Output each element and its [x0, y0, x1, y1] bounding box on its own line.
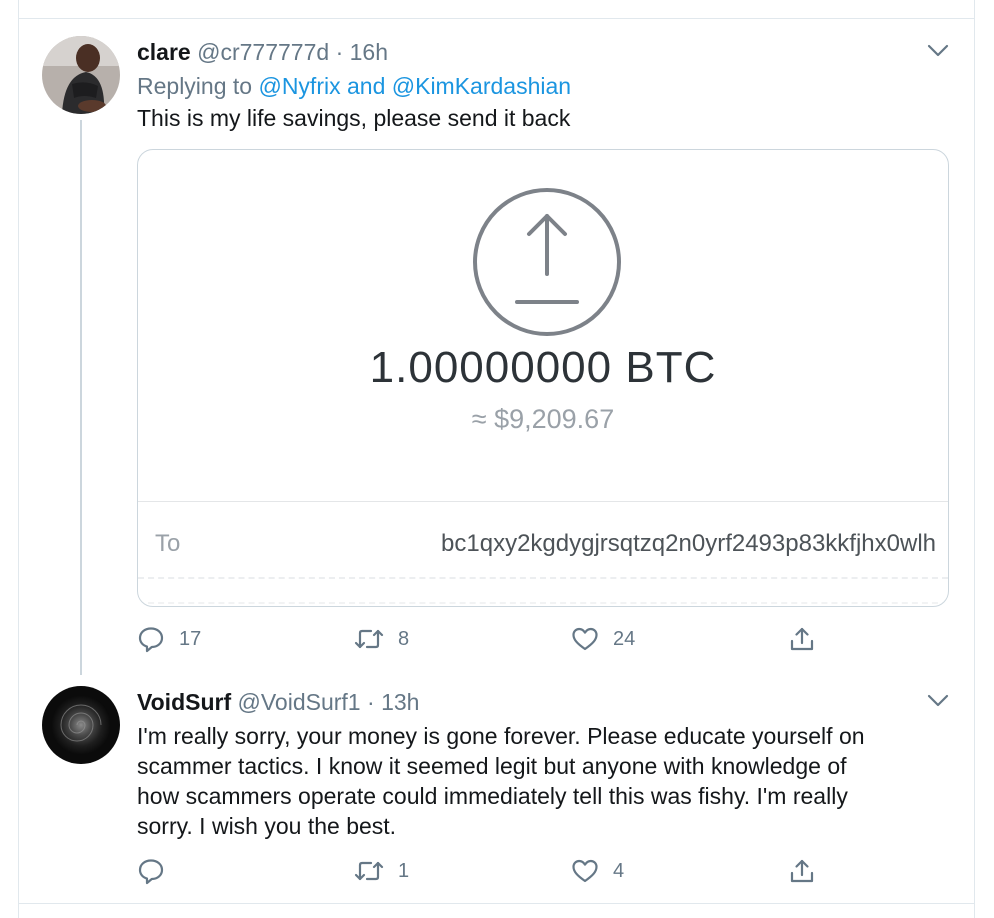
- retweet-count: 1: [398, 859, 410, 882]
- chevron-down-icon[interactable]: [927, 694, 949, 713]
- usd-amount: ≈ $9,209.67: [471, 404, 615, 434]
- reply-count: 17: [179, 627, 202, 650]
- display-name[interactable]: VoidSurf: [137, 689, 231, 715]
- replying-to: Replying to @Nyfrix and @KimKardashian: [137, 72, 571, 100]
- retweet-icon: [354, 629, 384, 649]
- avatar[interactable]: [42, 36, 120, 114]
- reply-icon: [138, 627, 164, 653]
- retweet-button[interactable]: 8: [354, 625, 409, 653]
- divider: [18, 18, 975, 19]
- replying-to-label: Replying to: [137, 73, 253, 99]
- like-icon: [572, 859, 598, 883]
- tweet-text-line: I'm really sorry, your money is gone for…: [137, 723, 865, 749]
- chevron-down-icon[interactable]: [927, 44, 949, 63]
- dashed-divider: [138, 577, 948, 579]
- tweet-text-line: how scammers operate could immediately t…: [137, 783, 848, 809]
- reply-button[interactable]: 17: [137, 625, 201, 653]
- thread-connector-line: [80, 120, 82, 675]
- like-count: 24: [613, 627, 636, 650]
- user-handle[interactable]: @cr777777d: [197, 39, 329, 65]
- like-count: 4: [613, 859, 625, 882]
- timestamp[interactable]: 13h: [381, 689, 419, 715]
- dashed-divider: [138, 602, 948, 604]
- tweet-text-line: scammer tactics. I know it seemed legit …: [137, 753, 847, 779]
- attached-image-card[interactable]: 1.00000000 BTC ≈ $9,209.67 To bc1qxy2kgd…: [137, 149, 949, 607]
- tweet-header: clare @cr777777d · 16h: [137, 38, 388, 66]
- upload-arrow-icon: [473, 188, 621, 336]
- share-button[interactable]: [788, 625, 816, 653]
- divider: [18, 903, 975, 904]
- timestamp[interactable]: 16h: [350, 39, 388, 65]
- share-icon: [790, 859, 814, 883]
- card-divider: [138, 501, 948, 502]
- separator-dot: ·: [367, 689, 375, 715]
- to-label: To: [155, 530, 181, 557]
- tweet-text-line: sorry. I wish you the best.: [137, 813, 397, 839]
- avatar[interactable]: [42, 686, 120, 764]
- retweet-count: 8: [398, 627, 410, 650]
- btc-amount: 1.00000000 BTC: [369, 343, 717, 392]
- like-icon: [572, 627, 598, 651]
- mention-link[interactable]: @KimKardashian: [392, 73, 571, 99]
- mention-link[interactable]: @Nyfrix: [258, 73, 340, 99]
- tweet-text: This is my life savings, please send it …: [137, 105, 571, 131]
- tweet-header: VoidSurf @VoidSurf1 · 13h: [137, 688, 419, 716]
- tweet-text: I'm really sorry, your money is gone for…: [137, 721, 865, 841]
- wallet-address: bc1qxy2kgdygjrsqtzq2n0yrf2493p83kkfjhx0w…: [441, 530, 936, 557]
- reply-button[interactable]: [137, 857, 179, 885]
- reply-icon: [138, 859, 164, 885]
- share-icon: [790, 627, 814, 651]
- display-name[interactable]: clare: [137, 39, 191, 65]
- retweet-icon: [354, 861, 384, 881]
- mention-join[interactable]: and: [347, 73, 385, 99]
- separator-dot: ·: [335, 39, 344, 65]
- user-handle[interactable]: @VoidSurf1: [238, 689, 361, 715]
- like-button[interactable]: 4: [571, 857, 624, 885]
- share-button[interactable]: [788, 857, 816, 885]
- retweet-button[interactable]: 1: [354, 857, 409, 885]
- like-button[interactable]: 24: [571, 625, 635, 653]
